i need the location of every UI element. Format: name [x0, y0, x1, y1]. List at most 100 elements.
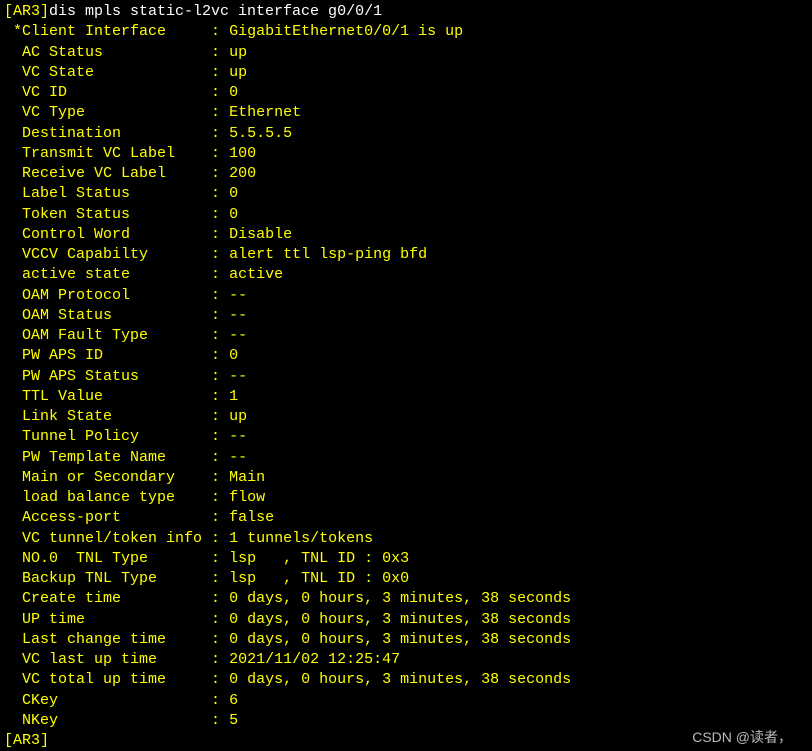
row-label: VC total up time	[4, 671, 211, 688]
row-sep: :	[211, 428, 229, 445]
typed-command: dis mpls static-l2vc interface g0/0/1	[49, 3, 382, 20]
row-sep: :	[211, 570, 229, 587]
command-line[interactable]: [AR3]dis mpls static-l2vc interface g0/0…	[4, 2, 808, 22]
row-label: Tunnel Policy	[4, 428, 211, 445]
row-value: up	[229, 408, 247, 425]
row-value: Main	[229, 469, 265, 486]
row-label: VC Type	[4, 104, 211, 121]
row-value: 0	[229, 185, 238, 202]
row-value: alert ttl lsp-ping bfd	[229, 246, 427, 263]
row-value: 2021/11/02 12:25:47	[229, 651, 400, 668]
row-label: VC tunnel/token info	[4, 530, 211, 547]
output-row-client-interface: *Client Interface : GigabitEthernet0/0/1…	[4, 22, 808, 42]
output-row: PW Template Name : --	[4, 448, 808, 468]
row-sep: :	[211, 327, 229, 344]
output-row: Create time : 0 days, 0 hours, 3 minutes…	[4, 589, 808, 609]
row-value: lsp , TNL ID : 0x0	[229, 570, 409, 587]
row-value: active	[229, 266, 283, 283]
output-row: active state : active	[4, 265, 808, 285]
output-row: AC Status : up	[4, 43, 808, 63]
row-label: Main or Secondary	[4, 469, 211, 486]
row-sep: :	[211, 165, 229, 182]
row-sep: :	[211, 692, 229, 709]
row-label: OAM Protocol	[4, 287, 211, 304]
row-sep: :	[211, 712, 229, 729]
row-label: active state	[4, 266, 211, 283]
row-sep: :	[211, 611, 229, 628]
row-sep: :	[211, 64, 229, 81]
row-sep: :	[211, 388, 229, 405]
terminal-output[interactable]: [AR3]dis mpls static-l2vc interface g0/0…	[4, 2, 808, 751]
row-value: GigabitEthernet0/0/1 is up	[229, 23, 463, 40]
output-row: OAM Status : --	[4, 306, 808, 326]
output-row: VCCV Capabilty : alert ttl lsp-ping bfd	[4, 245, 808, 265]
prompt-line[interactable]: [AR3]	[4, 731, 808, 751]
output-row: TTL Value : 1	[4, 387, 808, 407]
hostname: [AR3]	[4, 3, 49, 20]
row-label: Control Word	[4, 226, 211, 243]
output-row: VC last up time : 2021/11/02 12:25:47	[4, 650, 808, 670]
row-label: TTL Value	[4, 388, 211, 405]
row-sep: :	[211, 347, 229, 364]
row-label: CKey	[4, 692, 211, 709]
row-sep: :	[211, 530, 229, 547]
row-sep: :	[211, 550, 229, 567]
row-value: lsp , TNL ID : 0x3	[229, 550, 409, 567]
row-value: 100	[229, 145, 256, 162]
row-value: --	[229, 287, 247, 304]
row-label: Last change time	[4, 631, 211, 648]
row-sep: :	[211, 469, 229, 486]
row-sep: :	[211, 84, 229, 101]
row-sep: :	[211, 246, 229, 263]
row-label: PW APS ID	[4, 347, 211, 364]
output-row: OAM Protocol : --	[4, 286, 808, 306]
output-row: NO.0 TNL Type : lsp , TNL ID : 0x3	[4, 549, 808, 569]
row-value: --	[229, 327, 247, 344]
row-sep: :	[211, 185, 229, 202]
row-label: Link State	[4, 408, 211, 425]
watermark: CSDN @读者，	[692, 728, 792, 747]
row-value: 1	[229, 388, 238, 405]
row-label: OAM Fault Type	[4, 327, 211, 344]
row-label: Transmit VC Label	[4, 145, 211, 162]
row-label: VCCV Capabilty	[4, 246, 211, 263]
row-value: 0	[229, 84, 238, 101]
row-value: 5.5.5.5	[229, 125, 292, 142]
row-label: Token Status	[4, 206, 211, 223]
row-value: 0	[229, 206, 238, 223]
row-value: 0 days, 0 hours, 3 minutes, 38 seconds	[229, 631, 571, 648]
row-label: *Client Interface	[4, 23, 211, 40]
output-row: OAM Fault Type : --	[4, 326, 808, 346]
output-row: Tunnel Policy : --	[4, 427, 808, 447]
output-row: VC total up time : 0 days, 0 hours, 3 mi…	[4, 670, 808, 690]
row-sep: :	[211, 307, 229, 324]
row-sep: :	[211, 145, 229, 162]
row-value: flow	[229, 489, 265, 506]
row-value: 5	[229, 712, 238, 729]
row-sep: :	[211, 509, 229, 526]
row-sep: :	[211, 449, 229, 466]
row-label: Label Status	[4, 185, 211, 202]
row-value: 1 tunnels/tokens	[229, 530, 373, 547]
output-row: Label Status : 0	[4, 184, 808, 204]
row-value: 0 days, 0 hours, 3 minutes, 38 seconds	[229, 671, 571, 688]
row-value: 200	[229, 165, 256, 182]
row-value: Disable	[229, 226, 292, 243]
output-row: Link State : up	[4, 407, 808, 427]
output-row: Transmit VC Label : 100	[4, 144, 808, 164]
row-label: OAM Status	[4, 307, 211, 324]
output-row: PW APS ID : 0	[4, 346, 808, 366]
row-value: --	[229, 449, 247, 466]
output-row: Destination : 5.5.5.5	[4, 124, 808, 144]
row-sep: :	[211, 226, 229, 243]
output-row: load balance type : flow	[4, 488, 808, 508]
row-sep: :	[211, 651, 229, 668]
row-sep: :	[211, 368, 229, 385]
row-value: up	[229, 44, 247, 61]
output-row: Control Word : Disable	[4, 225, 808, 245]
output-row: Last change time : 0 days, 0 hours, 3 mi…	[4, 630, 808, 650]
row-value: false	[229, 509, 274, 526]
row-value: 0 days, 0 hours, 3 minutes, 38 seconds	[229, 611, 571, 628]
row-sep: :	[211, 590, 229, 607]
row-label: UP time	[4, 611, 211, 628]
